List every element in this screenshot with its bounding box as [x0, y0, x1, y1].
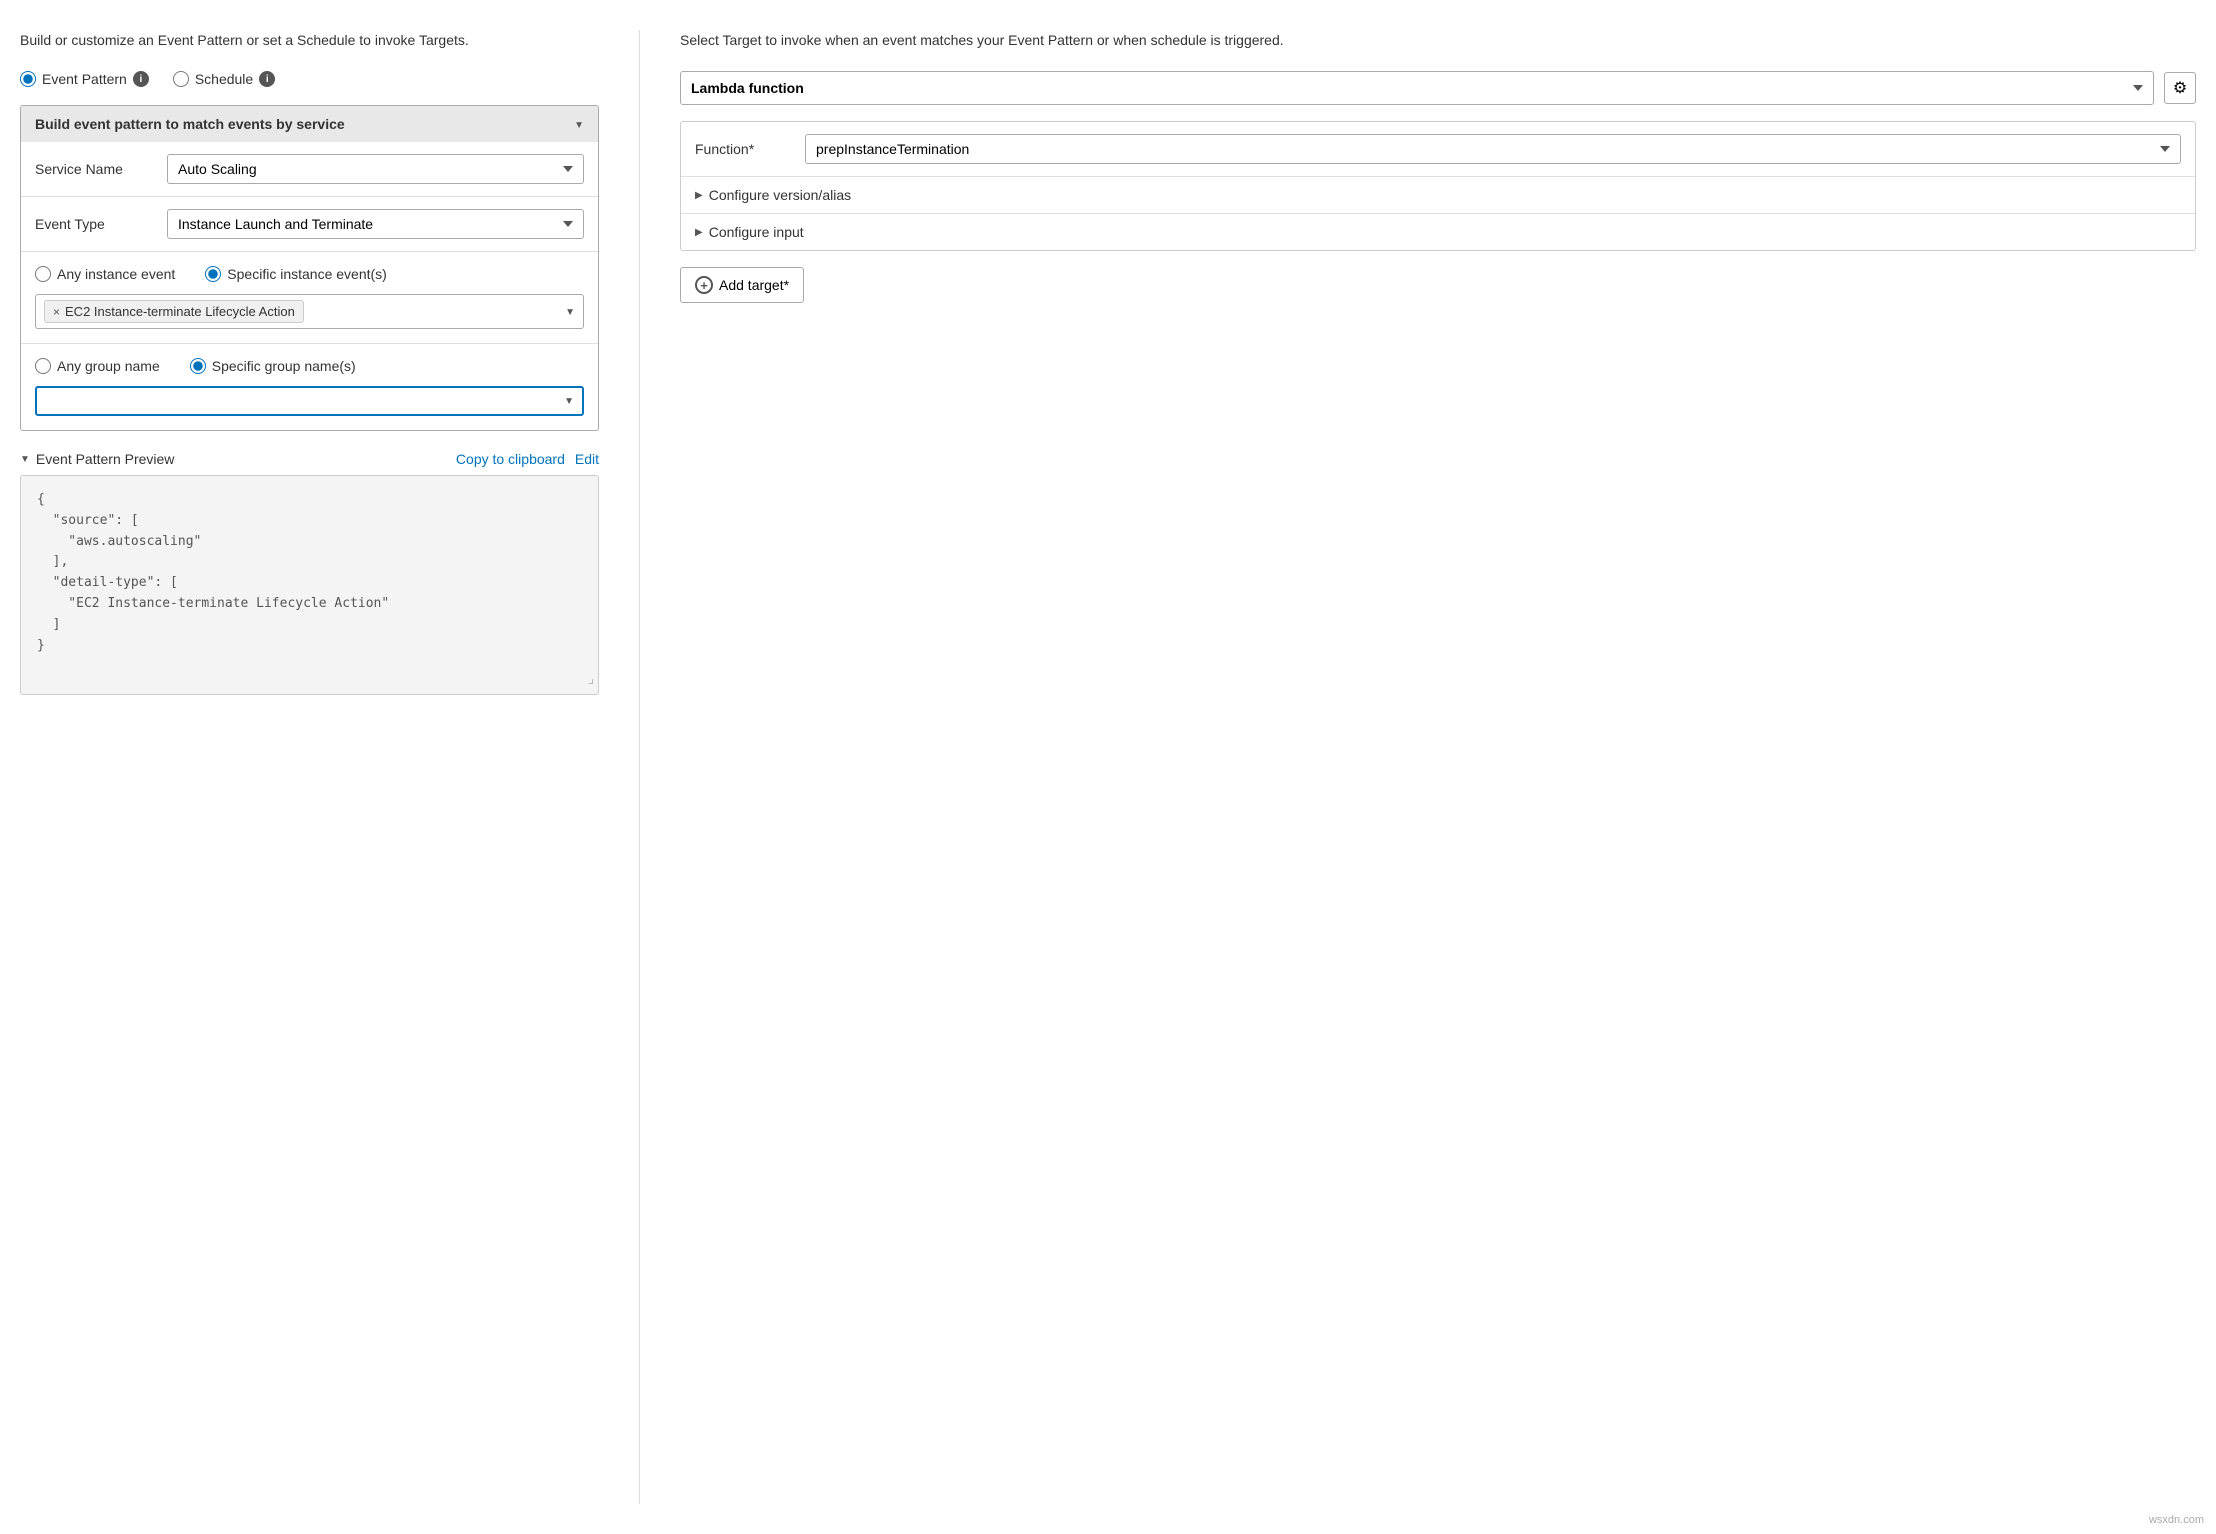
instance-event-radio-row: Any instance event Specific instance eve…: [35, 266, 584, 282]
group-name-radio-row: Any group name Specific group name(s): [35, 358, 584, 374]
pattern-box-body: Service Name Auto Scaling Event Type Ins…: [21, 142, 598, 430]
group-name-input-container[interactable]: [35, 386, 584, 416]
configure-version-row[interactable]: ▶ Configure version/alias: [681, 177, 2195, 214]
function-label: Function*: [695, 141, 805, 157]
instance-event-section: Any instance event Specific instance eve…: [21, 252, 598, 344]
target-type-row: Lambda function ⚙: [680, 71, 2196, 105]
preview-header: ▼ Event Pattern Preview Copy to clipboar…: [20, 451, 599, 467]
specific-group-radio[interactable]: [190, 358, 206, 374]
preview-title-text: Event Pattern Preview: [36, 451, 175, 467]
event-type-label: Event Type: [35, 216, 155, 232]
event-pattern-label: Event Pattern: [42, 71, 127, 87]
instance-tag-select[interactable]: × EC2 Instance-terminate Lifecycle Actio…: [35, 294, 584, 329]
any-group-radio-label[interactable]: Any group name: [35, 358, 160, 374]
pattern-box-header[interactable]: Build event pattern to match events by s…: [21, 106, 598, 142]
configure-input-triangle-icon: ▶: [695, 227, 703, 238]
watermark: wsxdn.com: [2149, 1514, 2204, 1526]
target-config-box: Function* prepInstanceTermination ▶ Conf…: [680, 121, 2196, 251]
pattern-box: Build event pattern to match events by s…: [20, 105, 599, 431]
preview-section: ▼ Event Pattern Preview Copy to clipboar…: [20, 451, 599, 695]
gear-icon: ⚙: [2173, 78, 2187, 98]
add-target-plus-icon: +: [695, 276, 713, 294]
configure-input-label: Configure input: [709, 224, 804, 240]
specific-instance-radio-label[interactable]: Specific instance event(s): [205, 266, 387, 282]
any-instance-label: Any instance event: [57, 266, 175, 282]
event-type-row: Event Type Instance Launch and Terminate: [21, 197, 598, 252]
left-intro-text: Build or customize an Event Pattern or s…: [20, 30, 599, 51]
schedule-info-icon[interactable]: i: [259, 71, 275, 87]
edit-link[interactable]: Edit: [575, 451, 599, 467]
preview-triangle-icon: ▼: [20, 454, 30, 465]
left-panel: Build or customize an Event Pattern or s…: [20, 30, 640, 1504]
group-name-input[interactable]: [45, 393, 564, 409]
schedule-radio[interactable]: [173, 71, 189, 87]
preview-code-block: { "source": [ "aws.autoscaling" ], "deta…: [20, 475, 599, 695]
event-pattern-radio-label[interactable]: Event Pattern i: [20, 71, 149, 87]
any-instance-radio[interactable]: [35, 266, 51, 282]
target-type-select[interactable]: Lambda function: [680, 71, 2154, 105]
event-pattern-info-icon[interactable]: i: [133, 71, 149, 87]
tag-select-chevron-icon[interactable]: [565, 306, 575, 318]
right-intro-text: Select Target to invoke when an event ma…: [680, 30, 2196, 51]
preview-actions: Copy to clipboard Edit: [456, 451, 599, 467]
service-name-label: Service Name: [35, 161, 155, 177]
configure-version-label: Configure version/alias: [709, 187, 851, 203]
schedule-label: Schedule: [195, 71, 253, 87]
right-panel: Select Target to invoke when an event ma…: [640, 30, 2196, 1504]
group-name-section: Any group name Specific group name(s): [21, 344, 598, 430]
pattern-box-title: Build event pattern to match events by s…: [35, 116, 345, 132]
event-schedule-radio-group: Event Pattern i Schedule i: [20, 71, 599, 87]
function-row: Function* prepInstanceTermination: [681, 122, 2195, 177]
specific-instance-label: Specific instance event(s): [227, 266, 387, 282]
gear-button[interactable]: ⚙: [2164, 72, 2196, 104]
preview-title-container: ▼ Event Pattern Preview: [20, 451, 174, 467]
function-select[interactable]: prepInstanceTermination: [805, 134, 2181, 164]
resize-handle-icon[interactable]: ⌟: [587, 669, 595, 691]
event-pattern-radio[interactable]: [20, 71, 36, 87]
specific-group-radio-label[interactable]: Specific group name(s): [190, 358, 356, 374]
any-instance-radio-label[interactable]: Any instance event: [35, 266, 175, 282]
any-group-radio[interactable]: [35, 358, 51, 374]
pattern-box-chevron-icon: [574, 117, 584, 131]
configure-input-row[interactable]: ▶ Configure input: [681, 214, 2195, 250]
any-group-label: Any group name: [57, 358, 160, 374]
tag-remove-icon[interactable]: ×: [53, 305, 60, 319]
specific-group-label: Specific group name(s): [212, 358, 356, 374]
service-name-select[interactable]: Auto Scaling: [167, 154, 584, 184]
event-type-select[interactable]: Instance Launch and Terminate: [167, 209, 584, 239]
specific-instance-radio[interactable]: [205, 266, 221, 282]
copy-to-clipboard-link[interactable]: Copy to clipboard: [456, 451, 565, 467]
tag-item: × EC2 Instance-terminate Lifecycle Actio…: [44, 300, 304, 323]
add-target-label: Add target*: [719, 277, 789, 293]
group-input-chevron-icon: [564, 396, 574, 407]
tag-value: EC2 Instance-terminate Lifecycle Action: [65, 304, 295, 319]
configure-version-triangle-icon: ▶: [695, 190, 703, 201]
add-target-button[interactable]: + Add target*: [680, 267, 804, 303]
preview-code-text: { "source": [ "aws.autoscaling" ], "deta…: [37, 490, 582, 656]
service-name-row: Service Name Auto Scaling: [21, 142, 598, 197]
schedule-radio-label[interactable]: Schedule i: [173, 71, 275, 87]
